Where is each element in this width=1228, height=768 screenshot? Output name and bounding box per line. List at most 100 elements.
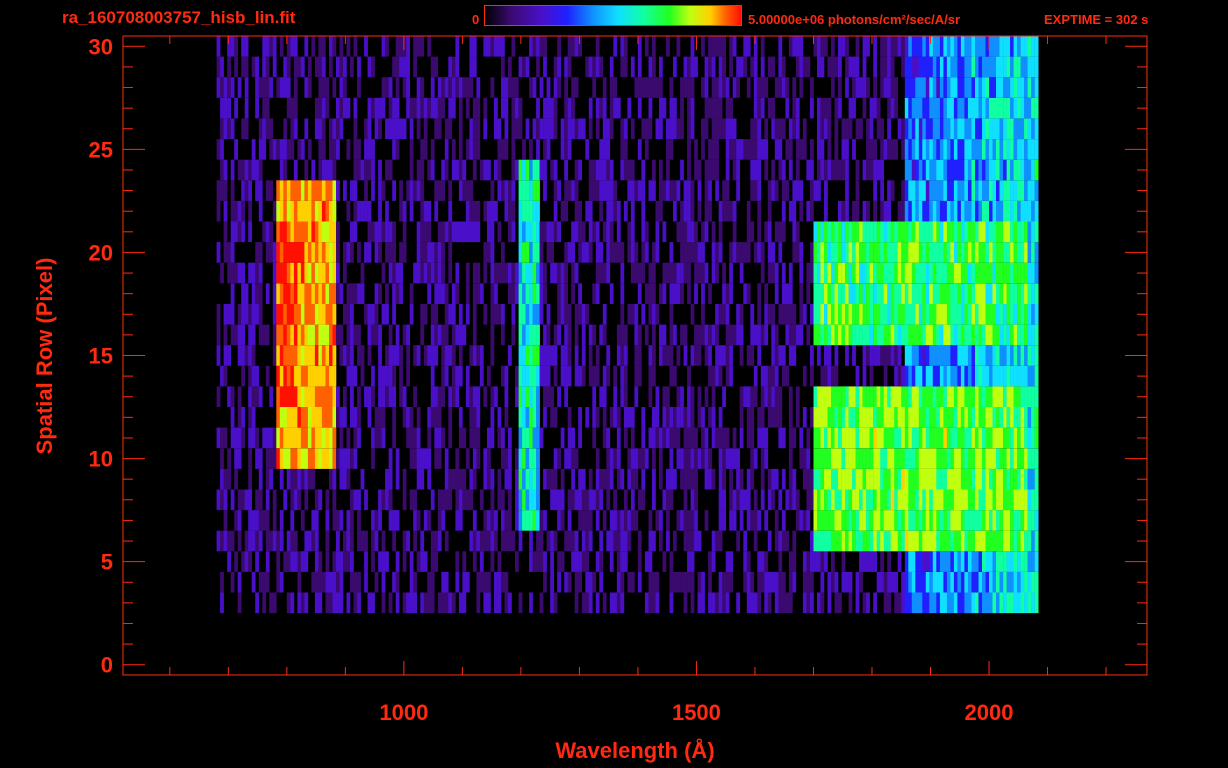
heatmap-cell xyxy=(371,427,375,449)
heatmap-cell xyxy=(901,324,905,346)
heatmap-cell xyxy=(314,324,319,346)
heatmap-cell xyxy=(395,468,400,490)
heatmap-cell xyxy=(307,56,312,78)
spectrum-heatmap-plot: 1000 1500 2000 051015202530 Wavelength (Å)… xyxy=(32,34,1148,763)
heatmap-cell xyxy=(581,530,586,552)
heatmap-cell xyxy=(848,242,853,263)
heatmap-cell xyxy=(739,489,744,511)
heatmap-cell xyxy=(567,345,572,366)
heatmap-cell xyxy=(960,427,965,449)
heatmap-cell xyxy=(230,242,235,263)
heatmap-cell xyxy=(286,200,291,222)
heatmap-cell xyxy=(529,468,533,490)
heatmap-cell xyxy=(736,448,740,469)
heatmap-cell xyxy=(416,97,421,119)
heatmap-cell xyxy=(873,530,877,552)
heatmap-cell xyxy=(834,324,839,346)
heatmap-cell xyxy=(444,77,449,98)
heatmap-cell xyxy=(946,592,951,614)
heatmap-cell xyxy=(795,324,800,346)
heatmap-cell xyxy=(753,448,758,469)
heatmap-cell xyxy=(609,592,614,614)
heatmap-cell xyxy=(430,530,435,552)
heatmap-cell xyxy=(989,448,993,469)
heatmap-cell xyxy=(553,56,558,78)
heatmap-cell xyxy=(936,571,941,593)
heatmap-cell xyxy=(982,345,986,366)
heatmap-cell xyxy=(932,139,937,160)
heatmap-cell xyxy=(223,159,228,181)
heatmap-cell xyxy=(806,551,811,572)
heatmap-cell xyxy=(532,159,537,181)
heatmap-cell xyxy=(490,510,495,531)
heatmap-cell xyxy=(820,139,825,160)
heatmap-cell xyxy=(321,56,326,78)
heatmap-cell xyxy=(1017,592,1021,614)
heatmap-cell xyxy=(511,324,516,346)
heatmap-cell xyxy=(381,571,386,593)
heatmap-cell xyxy=(286,242,291,263)
heatmap-cell xyxy=(220,159,224,181)
heatmap-cell xyxy=(869,407,874,428)
heatmap-cell xyxy=(332,283,337,304)
heatmap-cell xyxy=(276,386,281,407)
heatmap-cell xyxy=(237,200,242,222)
heatmap-cell xyxy=(795,159,800,181)
heatmap-cell xyxy=(300,242,305,263)
heatmap-cell xyxy=(290,200,295,222)
heatmap-cell xyxy=(996,489,1000,511)
heatmap-cell xyxy=(346,365,351,387)
heatmap-cell xyxy=(781,77,786,98)
heatmap-cell xyxy=(817,345,821,366)
heatmap-cell xyxy=(276,530,281,552)
heatmap-cell xyxy=(845,530,849,552)
heatmap-cell xyxy=(799,180,804,201)
heatmap-cell xyxy=(845,448,849,469)
heatmap-cell xyxy=(666,489,670,511)
heatmap-cell xyxy=(592,427,597,449)
heatmap-cell xyxy=(230,283,235,304)
heatmap-cell xyxy=(571,448,575,469)
heatmap-cell xyxy=(764,571,769,593)
heatmap-cell xyxy=(469,345,474,366)
heatmap-cell xyxy=(364,200,368,222)
heatmap-cell xyxy=(982,56,986,78)
heatmap-cell xyxy=(1006,386,1011,407)
heatmap-cell xyxy=(701,592,705,614)
heatmap-cell xyxy=(244,36,249,57)
heatmap-cell xyxy=(1034,283,1039,304)
heatmap-cell xyxy=(802,468,807,490)
heatmap-cell xyxy=(290,468,295,490)
heatmap-cell xyxy=(279,221,284,243)
heatmap-cell xyxy=(831,159,835,181)
heatmap-cell xyxy=(890,510,895,531)
heatmap-cell xyxy=(939,489,944,511)
heatmap-cell xyxy=(922,221,927,243)
heatmap-cell xyxy=(810,592,814,614)
heatmap-cell xyxy=(304,262,309,284)
heatmap-cell xyxy=(890,242,895,263)
heatmap-cell xyxy=(876,468,881,490)
heatmap-cell xyxy=(293,97,298,119)
heatmap-cell xyxy=(290,180,295,201)
heatmap-cell xyxy=(595,242,600,263)
heatmap-cell xyxy=(522,283,526,304)
heatmap-cell xyxy=(311,365,316,387)
heatmap-cell xyxy=(911,365,916,387)
heatmap-cell xyxy=(297,180,302,201)
heatmap-cell xyxy=(897,283,902,304)
heatmap-cell xyxy=(845,36,849,57)
heatmap-cell xyxy=(992,283,997,304)
heatmap-cell xyxy=(1020,345,1025,366)
heatmap-cell xyxy=(325,530,330,552)
heatmap-cell xyxy=(876,489,881,511)
heatmap-cell xyxy=(637,262,642,284)
heatmap-cell xyxy=(1034,468,1039,490)
heatmap-cell xyxy=(785,304,790,325)
heatmap-cell xyxy=(441,345,446,366)
heatmap-cell xyxy=(982,468,986,490)
heatmap-cell xyxy=(652,427,656,449)
heatmap-cell xyxy=(760,571,765,593)
heatmap-cell xyxy=(574,304,579,325)
heatmap-cell xyxy=(339,97,344,119)
